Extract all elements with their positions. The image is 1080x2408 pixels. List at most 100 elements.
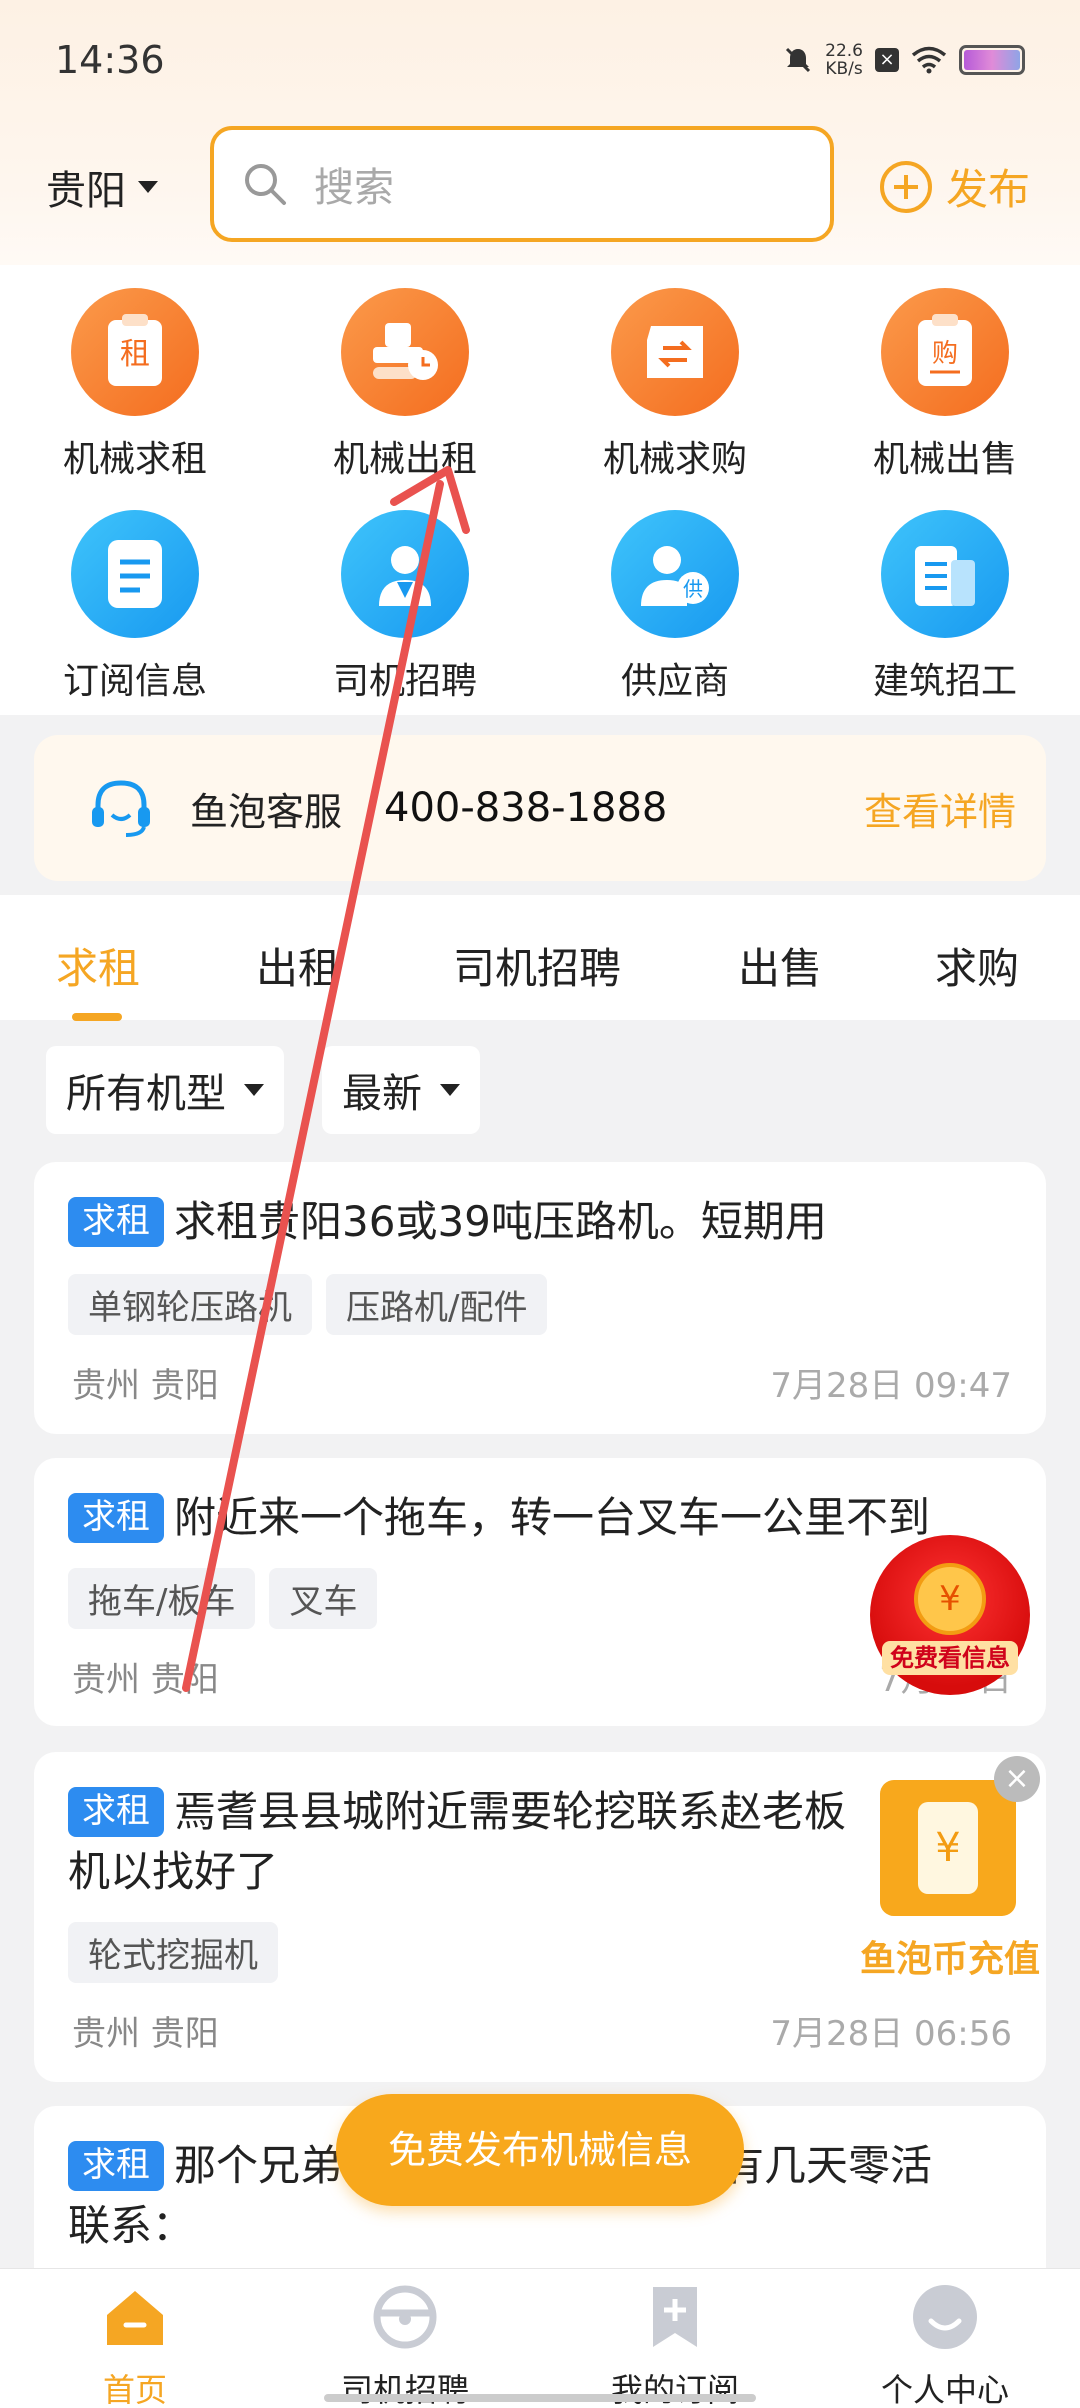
grid-label: 司机招聘: [332, 661, 477, 702]
headset-icon: [92, 780, 150, 837]
grid-item-supplier[interactable]: 供 供应商: [575, 510, 775, 704]
caret-down-icon: [138, 181, 158, 193]
city-label: 贵阳: [46, 168, 126, 214]
sell-icon: 购: [881, 288, 1009, 416]
grid-item-buy-request[interactable]: 机械求购: [575, 288, 775, 482]
service-label: 鱼泡客服: [190, 789, 343, 834]
coin-recharge-widget[interactable]: ¥ 鱼泡币充值: [850, 1770, 1050, 1990]
listing-badge: 求租: [68, 1787, 164, 1837]
listing-tags: 拖车/板车 叉车: [68, 1568, 378, 1629]
nav-driver-recruit[interactable]: 司机招聘: [305, 2281, 505, 2408]
tab-driver-recruit[interactable]: 司机招聘: [453, 935, 621, 996]
tab-sell[interactable]: 出售: [738, 935, 822, 996]
home-icon: [107, 2291, 163, 2345]
listing-tags: 单钢轮压路机 压路机/配件: [68, 1274, 548, 1335]
listing-time: 7月28日 09:47: [770, 1366, 1012, 1406]
grid-label: 机械出租: [332, 439, 477, 480]
steering-wheel-icon: [373, 2285, 437, 2349]
nav-home[interactable]: 首页: [35, 2281, 235, 2408]
status-time: 14:36: [55, 38, 165, 82]
customer-service-banner[interactable]: 鱼泡客服 400-838-1888 查看详情: [34, 735, 1046, 881]
grid-label: 建筑招工: [872, 661, 1017, 702]
listing-badge: 求租: [68, 1197, 164, 1247]
listing-tabs: 求租 出租 司机招聘 出售 求购: [0, 895, 1080, 1021]
service-details-link[interactable]: 查看详情: [864, 781, 1016, 836]
grid-item-construction-recruit[interactable]: 建筑招工: [845, 510, 1045, 704]
caret-down-icon: [440, 1084, 460, 1096]
listing-tag: 压路机/配件: [326, 1274, 548, 1335]
status-icons: 22.6 KB/s ×: [783, 42, 1025, 78]
city-selector[interactable]: 贵阳: [46, 158, 158, 216]
nav-label: 首页: [102, 2371, 167, 2408]
grid-item-subscription[interactable]: 订阅信息: [35, 510, 235, 704]
tab-buy-request[interactable]: 求购: [935, 935, 1019, 996]
subscription-icon: [71, 510, 199, 638]
search-icon: [245, 164, 286, 205]
grid-label: 订阅信息: [62, 661, 207, 702]
listing-title: 求租 附近来一个拖车，转一台叉车一公里不到: [68, 1488, 1038, 1548]
publish-button[interactable]: 发布: [878, 156, 1030, 217]
svg-text:租: 租: [120, 337, 150, 372]
filter-bar: 所有机型 最新: [0, 1020, 1080, 1160]
plus-circle-icon: [880, 160, 932, 213]
listing-location: 贵州 贵阳: [72, 1660, 219, 1700]
listing-tags: 轮式挖掘机: [68, 1922, 278, 1983]
listing-card[interactable]: 求租 求租贵阳36或39吨压路机。短期用 单钢轮压路机 压路机/配件 贵州 贵阳 …: [34, 1162, 1046, 1434]
battery-icon: [959, 45, 1025, 75]
nav-my-subscription[interactable]: 我的订阅: [575, 2281, 775, 2408]
bottom-navigation: 首页 司机招聘 我的订阅 个人中心: [0, 2268, 1080, 2408]
listing-tag: 叉车: [269, 1568, 378, 1629]
listing-badge: 求租: [68, 1493, 164, 1543]
grid-label: 机械求购: [602, 439, 747, 480]
driver-icon: [341, 510, 469, 638]
free-view-info-widget[interactable]: ¥ 免费看信息: [870, 1535, 1030, 1695]
grid-label: 机械出售: [872, 439, 1017, 480]
home-indicator: [324, 2394, 756, 2402]
free-view-label: 免费看信息: [882, 1641, 1018, 1675]
building-icon: [881, 510, 1009, 638]
supplier-icon: 供: [611, 510, 739, 638]
status-bar: 14:36 22.6 KB/s ×: [0, 0, 1080, 120]
category-grid: 租 机械求租 机械出租 机械求购 购 机械出售 订阅信息 司机招聘 供 供应商 …: [0, 265, 1080, 715]
tab-rent-request[interactable]: 求租: [56, 935, 140, 996]
service-phone[interactable]: 400-838-1888: [384, 785, 667, 831]
listing-location: 贵州 贵阳: [72, 1366, 219, 1406]
search-input[interactable]: 搜索: [210, 126, 834, 242]
free-publish-button[interactable]: 免费发布机械信息: [336, 2094, 744, 2206]
filter-label: 所有机型: [66, 1071, 226, 1117]
mute-bell-icon: [786, 47, 811, 73]
smiley-profile-icon: [913, 2285, 977, 2349]
grid-item-rent-request[interactable]: 租 机械求租: [35, 288, 235, 482]
rent-request-icon: 租: [71, 288, 199, 416]
sort-filter[interactable]: 最新: [322, 1046, 480, 1134]
filter-label: 最新: [342, 1071, 422, 1117]
svg-text:供: 供: [683, 577, 703, 601]
listing-location: 贵州 贵阳: [72, 2014, 219, 2054]
excavator-rent-icon: [341, 288, 469, 416]
grid-item-machine-rent[interactable]: 机械出租: [305, 288, 505, 482]
phone-recharge-icon: ¥: [880, 1780, 1016, 1916]
grid-item-driver-recruit[interactable]: 司机招聘: [305, 510, 505, 704]
wifi-icon: [911, 46, 947, 74]
header-area: 14:36 22.6 KB/s × 贵阳 搜索 发布: [0, 0, 1080, 265]
buy-request-icon: [611, 288, 739, 416]
listing-tag: 拖车/板车: [68, 1568, 256, 1629]
notification-x-icon: ×: [875, 48, 899, 72]
nav-profile[interactable]: 个人中心: [845, 2281, 1045, 2408]
close-icon[interactable]: ×: [994, 1756, 1040, 1802]
caret-down-icon: [244, 1084, 264, 1096]
nav-label: 个人中心: [880, 2371, 1009, 2408]
listing-badge: 求租: [68, 2141, 164, 2191]
grid-item-sell[interactable]: 购 机械出售: [845, 288, 1045, 482]
recharge-label: 鱼泡币充值: [859, 1939, 1040, 1980]
grid-label: 供应商: [620, 661, 729, 702]
coin-icon: ¥: [914, 1563, 986, 1635]
bookmark-plus-icon: [653, 2287, 697, 2347]
machine-type-filter[interactable]: 所有机型: [46, 1046, 284, 1134]
tab-rent-out[interactable]: 出租: [256, 935, 340, 996]
listing-title: 求租 求租贵阳36或39吨压路机。短期用: [68, 1192, 1038, 1252]
svg-text:购: 购: [932, 339, 958, 369]
grid-label: 机械求租: [62, 439, 207, 480]
publish-label: 发布: [946, 165, 1031, 214]
listing-time: 7月28日 06:56: [770, 2014, 1012, 2054]
